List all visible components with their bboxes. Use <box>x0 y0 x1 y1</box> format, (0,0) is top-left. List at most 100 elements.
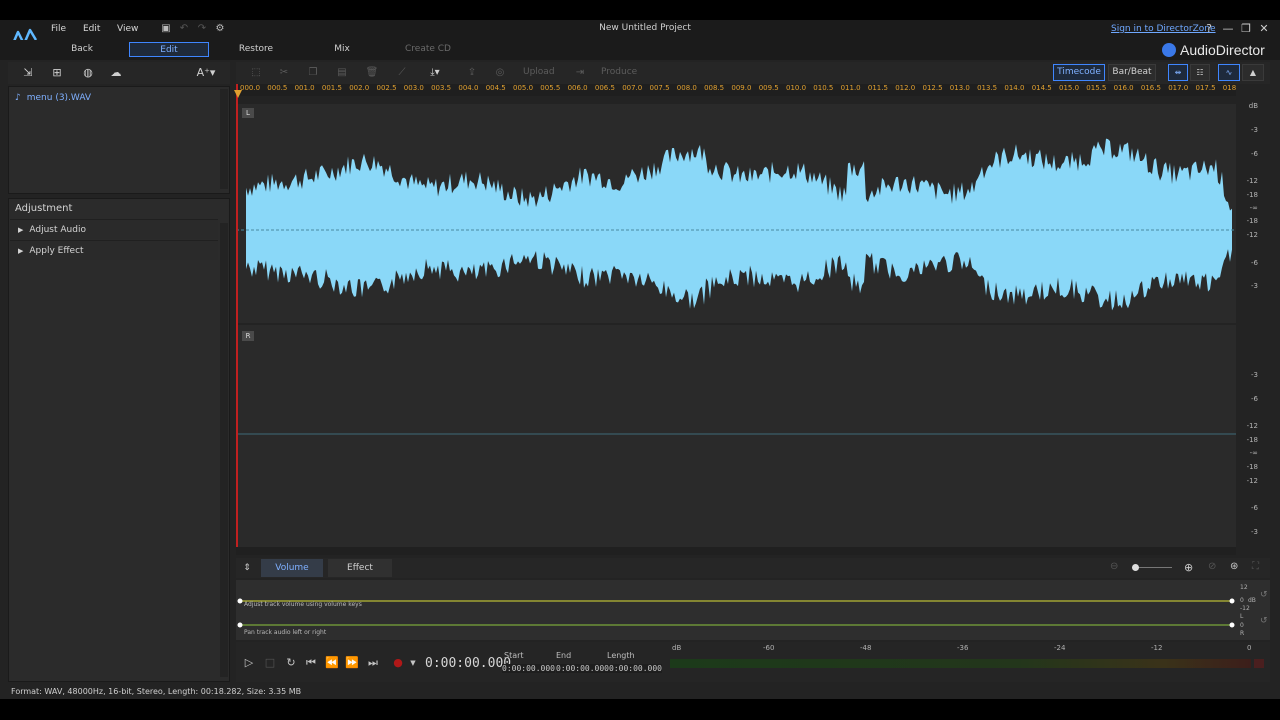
redo-icon[interactable]: ↷ <box>196 23 208 35</box>
grid-icon[interactable]: ☷ <box>1190 64 1210 81</box>
record-options-icon[interactable]: ▼ <box>406 656 420 670</box>
db-scale-label: -3 <box>1251 371 1258 379</box>
upload-button[interactable]: Upload <box>523 67 555 77</box>
peak-indicator <box>1254 659 1264 668</box>
stop-icon[interactable]: □ <box>263 656 277 670</box>
copy-icon[interactable]: ❐ <box>305 66 321 80</box>
download-media-icon[interactable]: ◍ <box>80 66 96 80</box>
zoom-in-icon[interactable]: ⊕ <box>1184 561 1193 574</box>
trim-icon[interactable]: ⟋ <box>394 66 410 80</box>
ruler-tick-label: 015.5 <box>1086 84 1107 92</box>
db-scale-label: -18 <box>1246 463 1258 471</box>
end-value[interactable]: 0:00:00.000 <box>556 664 609 673</box>
media-file-item[interactable]: ♪ menu (3).WAV <box>15 93 91 103</box>
save-icon[interactable]: ▣ <box>160 23 172 35</box>
restore-button[interactable]: ❐ <box>1239 22 1253 36</box>
fullscreen-icon[interactable]: ⛶ <box>1252 561 1259 572</box>
collapse-icon[interactable]: ⇕ <box>240 559 254 577</box>
apply-effect-label: Apply Effect <box>29 246 84 256</box>
apply-effect-row[interactable]: ▶ Apply Effect <box>10 240 218 260</box>
record-icon[interactable]: ● <box>391 656 405 670</box>
spectral-view-icon[interactable]: ▲ <box>1242 64 1264 81</box>
title-bar: File Edit View ▣ ↶ ↷ ⚙ New Untitled Proj… <box>0 20 1280 47</box>
adjust-audio-row[interactable]: ▶ Adjust Audio <box>10 219 218 239</box>
produce-icon: ⇥ <box>575 67 585 78</box>
cut-icon[interactable]: ✂ <box>276 66 292 80</box>
delete-icon[interactable]: 🗑 <box>364 66 380 80</box>
ruler-tick-label: 001.0 <box>294 84 315 92</box>
right-channel-waveform[interactable]: R <box>236 325 1236 547</box>
menu-view[interactable]: View <box>117 24 138 34</box>
back-button[interactable]: Back <box>60 42 104 57</box>
meter-scale-label: -36 <box>957 644 969 652</box>
produce-button[interactable]: Produce <box>601 67 637 77</box>
menu-edit[interactable]: Edit <box>83 24 100 34</box>
menu-file[interactable]: File <box>51 24 66 34</box>
tab-volume[interactable]: Volume <box>261 559 323 577</box>
fast-forward-icon[interactable]: ⏩ <box>345 656 359 670</box>
bar-beat-toggle[interactable]: Bar/Beat <box>1108 64 1156 81</box>
undo-icon[interactable]: ↶ <box>178 23 190 35</box>
timecode-toggle[interactable]: Timecode <box>1053 64 1105 81</box>
adjustment-scrollbar[interactable] <box>220 223 228 677</box>
reset-pan-icon[interactable]: ↺ <box>1260 616 1268 626</box>
zoom-fit-icon[interactable]: ⊛ <box>1230 561 1238 572</box>
playhead[interactable] <box>236 84 238 547</box>
export-dropdown-icon[interactable]: ⤓▾ <box>422 66 448 80</box>
adjustment-panel: Adjustment ▶ Adjust Audio ▶ Apply Effect <box>8 198 230 682</box>
waveform-view-icon[interactable]: ∿ <box>1218 64 1240 81</box>
sign-in-link[interactable]: Sign in to DirectorZone <box>1111 24 1216 34</box>
end-label: End <box>556 651 572 660</box>
ruler-tick-label: 005.0 <box>513 84 534 92</box>
close-button[interactable]: ✕ <box>1257 22 1271 36</box>
cyberlink-account-icon[interactable] <box>1162 43 1176 57</box>
db-scale-label: -6 <box>1251 504 1258 512</box>
tab-mix[interactable]: Mix <box>322 42 362 57</box>
media-scrollbar[interactable] <box>220 89 228 189</box>
timeline-ruler[interactable]: 000.0 000.5 001.0 001.5 002.0 002.5 003.0 003.5… <box>236 84 1236 96</box>
length-label: Length <box>607 651 635 660</box>
envelope-panel: Adjust track volume using volume keys Pa… <box>236 580 1270 640</box>
go-to-start-icon[interactable]: ⏮ <box>304 656 318 670</box>
editor-toolbar: ⬚ ✂ ❐ ▤ 🗑 ⟋ ⤓▾ ⇪ ◎ Upload ⇥ Produce Time… <box>236 62 1270 84</box>
ruler-tick-label: 007.5 <box>649 84 670 92</box>
tab-restore[interactable]: Restore <box>230 42 282 57</box>
ruler-tick-label: 005.5 <box>540 84 561 92</box>
cloud-icon[interactable]: ☁ <box>108 66 124 80</box>
repeat-icon[interactable]: ↻ <box>284 656 298 670</box>
db-scale-label: -12 <box>1246 177 1258 185</box>
minimize-button[interactable]: — <box>1221 22 1235 36</box>
tab-edit[interactable]: Edit <box>129 42 209 57</box>
ruler-tick-label: 017.0 <box>1168 84 1189 92</box>
snap-icon[interactable]: ⇹ <box>1168 64 1188 81</box>
ruler-tick-label: 011.5 <box>867 84 888 92</box>
ruler-tick-label: 003.0 <box>403 84 424 92</box>
zoom-out-icon[interactable]: ⊖ <box>1110 561 1118 572</box>
select-icon[interactable]: ⬚ <box>248 66 264 80</box>
paste-icon[interactable]: ▤ <box>334 66 350 80</box>
meter-scale-label: -60 <box>763 644 775 652</box>
help-button[interactable]: ? <box>1202 22 1216 36</box>
text-size-icon[interactable]: A⁺▾ <box>194 66 218 80</box>
zoom-slider-thumb[interactable] <box>1132 564 1139 571</box>
length-value[interactable]: 0:00:00.000 <box>609 664 662 673</box>
rewind-icon[interactable]: ⏪ <box>325 656 339 670</box>
zoom-selection-icon[interactable]: ⊘ <box>1208 561 1216 572</box>
import-media-icon[interactable]: ⇲ <box>20 66 36 80</box>
settings-gear-icon[interactable]: ⚙ <box>214 23 226 35</box>
go-to-end-icon[interactable]: ⏭ <box>366 656 380 670</box>
tab-effect[interactable]: Effect <box>328 559 392 577</box>
adjustment-title: Adjustment <box>15 203 73 214</box>
burn-icon[interactable]: ◎ <box>492 66 508 80</box>
record-media-icon[interactable]: ⊞ <box>49 66 65 80</box>
level-meter <box>670 659 1251 668</box>
tab-create-cd[interactable]: Create CD <box>398 42 458 57</box>
reset-volume-icon[interactable]: ↺ <box>1260 590 1268 600</box>
left-channel-waveform[interactable]: L <box>236 104 1236 323</box>
volume-envelope-hint: Adjust track volume using volume keys <box>244 601 362 608</box>
play-icon[interactable]: ▷ <box>242 656 256 670</box>
transport-bar: ▷ □ ↻ ⏮ ⏪ ⏩ ⏭ ● ▼ 0:00:00.000 Start End … <box>236 642 1270 682</box>
start-value[interactable]: 0:00:00.000 <box>502 664 555 673</box>
share-icon[interactable]: ⇪ <box>464 66 480 80</box>
timeline-scrollbar[interactable] <box>236 547 1236 555</box>
